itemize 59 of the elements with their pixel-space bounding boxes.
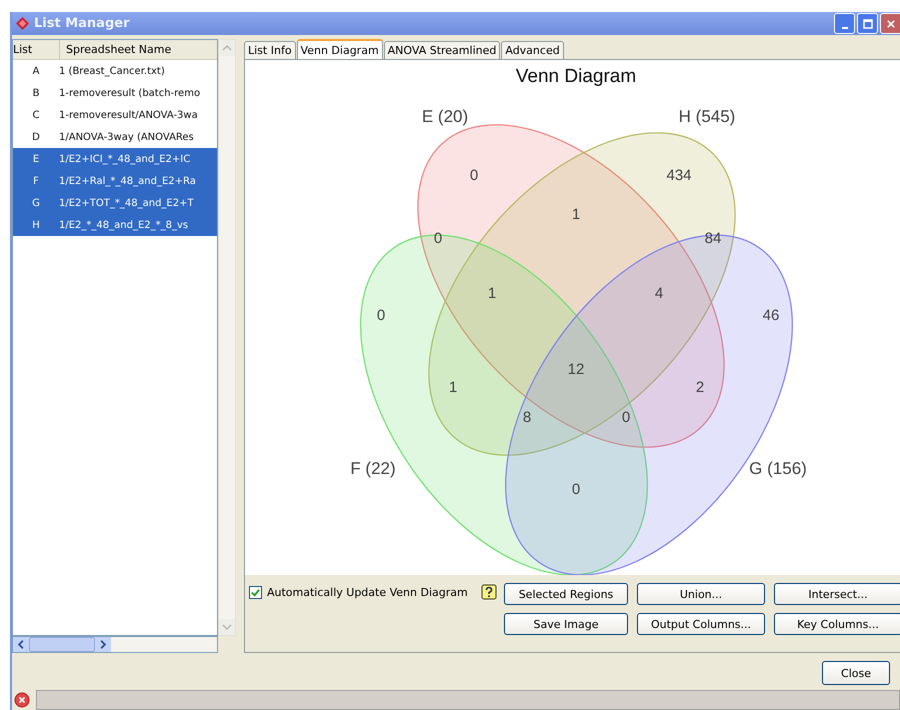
list-row[interactable]: C 1-removeresult/ANOVA-3wa	[13, 104, 217, 126]
region-count: 1	[488, 285, 496, 302]
tab[interactable]: ANOVA Streamlined	[384, 41, 500, 59]
region-count: 0	[376, 307, 386, 324]
table-cell: 1/E2+ICI_*_48_and_E2+IC	[59, 154, 190, 164]
region-count: 434	[666, 167, 692, 184]
set-label: E (20)	[422, 107, 468, 126]
region-count: 2	[696, 379, 704, 396]
action-button[interactable]: Union...	[637, 583, 765, 605]
region-count: 0	[572, 481, 580, 498]
action-button[interactable]: Output Columns...	[637, 613, 765, 635]
close-button[interactable]: Close	[822, 661, 890, 685]
list-row[interactable]: H 1/E2_*_48_and_E2_*_8_vs	[13, 214, 217, 236]
set-label: F (22)	[350, 459, 396, 478]
table-cell: 1 (Breast_Cancer.txt)	[59, 66, 165, 76]
action-button[interactable]: Intersect...	[774, 583, 900, 605]
action-button[interactable]: Selected Regions	[504, 583, 628, 605]
region-count: 0	[470, 167, 478, 184]
table-cell-text: H	[31, 220, 41, 230]
window-title: List Manager	[34, 16, 130, 31]
action-button[interactable]: Save Image	[504, 613, 628, 635]
table-cell: 1/E2_*_48_and_E2_*_8_vs	[59, 220, 188, 230]
region-count: 1	[448, 379, 458, 396]
region-count: 84	[704, 230, 722, 247]
set-label: H (545)	[678, 107, 736, 126]
set-label: G (156)	[749, 459, 807, 478]
region-count: 46	[762, 307, 780, 324]
table-cell: 1-removeresult (batch-remo	[59, 88, 200, 98]
region-count: 12	[568, 361, 584, 378]
list-row[interactable]: E 1/E2+ICI_*_48_and_E2+IC	[13, 148, 217, 170]
table-cell-text: C	[32, 110, 40, 120]
table-cell: 1/E2+TOT_*_48_and_E2+T	[59, 198, 194, 208]
chart-title: Venn Diagram	[516, 66, 636, 87]
table-cell: 1/E2+Ral_*_48_and_E2+Ra	[59, 176, 196, 186]
column-header[interactable]: List	[13, 40, 59, 59]
region-count: 0	[622, 409, 630, 426]
list-row[interactable]: G 1/E2+TOT_*_48_and_E2+T	[13, 192, 217, 214]
checkbox-label: Automatically Update Venn Diagram	[267, 586, 468, 599]
table-cell-text: E	[32, 154, 40, 164]
list-row[interactable]: D 1/ANOVA-3way (ANOVARes	[13, 126, 217, 148]
tab[interactable]: Advanced	[501, 41, 564, 59]
region-count: 4	[654, 285, 664, 302]
table-cell: 1-removeresult/ANOVA-3wa	[59, 110, 198, 120]
column-header[interactable]: Spreadsheet Name	[59, 40, 172, 59]
region-count: 1	[572, 206, 580, 223]
table-cell-text: F	[32, 176, 40, 186]
tab[interactable]: Venn Diagram	[296, 39, 383, 59]
table-cell-text: G	[31, 198, 41, 208]
region-count: 8	[522, 409, 532, 426]
region-count: 0	[434, 230, 442, 247]
action-button[interactable]: Key Columns...	[774, 613, 900, 635]
list-row[interactable]: F 1/E2+Ral_*_48_and_E2+Ra	[13, 170, 217, 192]
table-cell-text: D	[31, 132, 41, 142]
tab[interactable]: List Info	[244, 41, 296, 59]
table-cell: 1/ANOVA-3way (ANOVARes	[59, 132, 194, 142]
table-cell-text: A	[32, 66, 40, 76]
table-cell-text: B	[32, 88, 40, 98]
list-row[interactable]: A 1 (Breast_Cancer.txt)	[13, 60, 217, 82]
list-row[interactable]: B 1-removeresult (batch-remo	[13, 82, 217, 104]
